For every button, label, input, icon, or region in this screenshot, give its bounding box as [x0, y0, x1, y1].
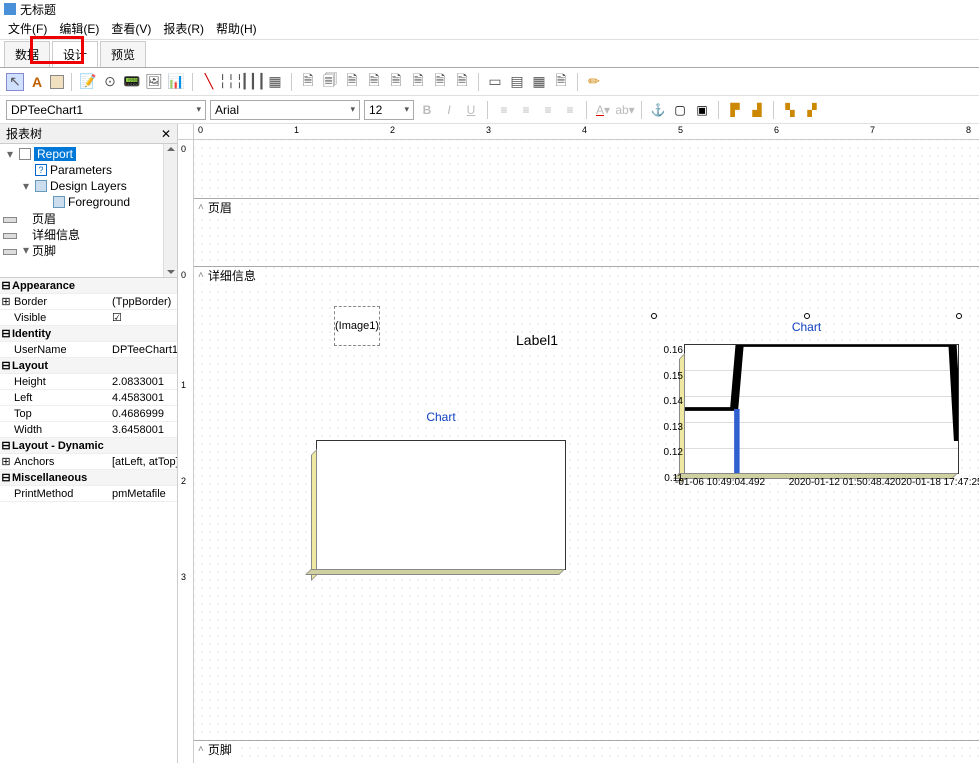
bring-front-button[interactable]: ▛ [726, 101, 744, 119]
dbmemo-tool[interactable]: 🗐 [321, 73, 339, 91]
send-back-button[interactable]: ▟ [748, 101, 766, 119]
chart1-element[interactable]: Chart [316, 440, 566, 570]
menu-view[interactable]: 查看(V) [111, 20, 151, 37]
view-tabs: 数据 设计 预览 [0, 40, 979, 68]
image-tool[interactable]: 🖼 [145, 73, 163, 91]
italic-button[interactable]: I [440, 101, 458, 119]
window-title: 无标题 [20, 1, 56, 18]
image-element[interactable]: (Image1) [334, 306, 380, 346]
band-header-label[interactable]: 页眉 [194, 199, 236, 216]
tab-data[interactable]: 数据 [4, 41, 50, 67]
var-tool[interactable]: 📟 [123, 73, 141, 91]
design-canvas-wrap: 0 1 2 3 4 5 6 7 8 0 0 1 2 3 [178, 124, 979, 763]
selection-tool[interactable]: ↖ [6, 73, 24, 91]
chart-tool[interactable]: 📊 [167, 73, 185, 91]
menubar: 文件(F) 编辑(E) 查看(V) 报表(R) 帮助(H) [0, 18, 979, 40]
fontcolor-button[interactable]: A▾ [594, 101, 612, 119]
tree-parameters[interactable]: Parameters [50, 163, 112, 177]
tab-preview[interactable]: 预览 [100, 41, 146, 67]
highlight-button[interactable]: ab▾ [616, 101, 634, 119]
tree-header-band[interactable]: 页眉 [32, 210, 56, 227]
dbcalc-tool[interactable]: 🗎 [365, 73, 383, 91]
menu-file[interactable]: 文件(F) [8, 20, 47, 37]
titlebar: 无标题 [0, 0, 979, 18]
tab-design[interactable]: 设计 [52, 41, 98, 67]
tree-close-button[interactable]: ✕ [161, 127, 171, 141]
dbrich-tool[interactable]: 🗎 [343, 73, 361, 91]
line-tool[interactable]: ╲ [200, 73, 218, 91]
underline-button[interactable]: U [462, 101, 480, 119]
horizontal-ruler: 0 1 2 3 4 5 6 7 8 [194, 124, 979, 140]
tree-foreground[interactable]: Foreground [68, 195, 130, 209]
tree-detail-band[interactable]: 详细信息 [32, 226, 80, 243]
tree-scrollbar[interactable] [163, 144, 177, 277]
region-tool[interactable]: ▭ [486, 73, 504, 91]
label-tool[interactable]: A [28, 73, 46, 91]
fontsize-selector[interactable]: 12 [364, 100, 414, 120]
app-icon [4, 3, 16, 15]
ungroup-button[interactable]: ▞ [803, 101, 821, 119]
memo-tool[interactable] [50, 75, 64, 89]
tree-header: 报表树 ✕ [0, 124, 177, 144]
label-element[interactable]: Label1 [516, 332, 558, 348]
component-toolbar: ↖ A 📝 ⊙ 📟 🖼 📊 ╲ ╎╎╎ ┃┃┃ ▦ 🗎 🗐 🗎 🗎 🗎 🗎 🗎 … [0, 68, 979, 96]
align-left-button[interactable]: ≡ [495, 101, 513, 119]
object-selector[interactable]: DPTeeChart1 [6, 100, 206, 120]
report-tree[interactable]: ▾Report ?Parameters ▾Design Layers Foreg… [0, 144, 177, 278]
qr-tool[interactable]: ▦ [266, 73, 284, 91]
design-canvas[interactable]: 页眉 详细信息 (Image1) Label1 Chart [194, 140, 979, 763]
tree-design-layers[interactable]: Design Layers [50, 179, 127, 193]
menu-help[interactable]: 帮助(H) [216, 20, 257, 37]
left-panel: 报表树 ✕ ▾Report ?Parameters ▾Design Layers… [0, 124, 178, 763]
menu-edit[interactable]: 编辑(E) [59, 20, 99, 37]
richtext-tool[interactable]: 📝 [79, 73, 97, 91]
bold-button[interactable]: B [418, 101, 436, 119]
tree-report[interactable]: Report [34, 147, 76, 161]
dbtext-tool[interactable]: 🗎 [299, 73, 317, 91]
tree-footer-band[interactable]: 页脚 [32, 242, 56, 259]
paintbox-tool[interactable]: 🗎 [552, 73, 570, 91]
fill-button[interactable]: ▣ [693, 101, 711, 119]
subreport-tool[interactable]: ▤ [508, 73, 526, 91]
dbbarcode2-tool[interactable]: 🗎 [453, 73, 471, 91]
align-center-button[interactable]: ≡ [517, 101, 535, 119]
band-detail-label[interactable]: 详细信息 [194, 267, 260, 284]
chart2-element[interactable]: Chart 0.16 0.15 0.14 0.13 0.12 0.11 [654, 316, 959, 516]
menu-report[interactable]: 报表(R) [163, 20, 204, 37]
sysvar-tool[interactable]: ⊙ [101, 73, 119, 91]
group-button[interactable]: ▚ [781, 101, 799, 119]
barcode-tool[interactable]: ╎╎╎ [222, 73, 240, 91]
font-selector[interactable]: Arial [210, 100, 360, 120]
align-justify-button[interactable]: ≡ [561, 101, 579, 119]
anchor-button[interactable]: ⚓ [649, 101, 667, 119]
brush-tool[interactable]: ✏ [585, 73, 603, 91]
band-footer-label[interactable]: 页脚 [194, 741, 236, 758]
format-toolbar: DPTeeChart1 Arial 12 B I U ≡ ≡ ≡ ≡ A▾ ab… [0, 96, 979, 124]
vertical-ruler: 0 0 1 2 3 [178, 140, 194, 763]
align-right-button[interactable]: ≡ [539, 101, 557, 119]
crosstab-tool[interactable]: ▦ [530, 73, 548, 91]
dbbarcode-tool[interactable]: 🗎 [431, 73, 449, 91]
barcode2-tool[interactable]: ┃┃┃ [244, 73, 262, 91]
dbchart-tool[interactable]: 🗎 [409, 73, 427, 91]
property-grid[interactable]: ⊟Appearance ⊞Border(TppBorder) Visible☑ … [0, 278, 177, 763]
ruler-origin [178, 124, 194, 140]
tree-title: 报表树 [6, 125, 42, 142]
border-button[interactable]: ▢ [671, 101, 689, 119]
dbimage-tool[interactable]: 🗎 [387, 73, 405, 91]
